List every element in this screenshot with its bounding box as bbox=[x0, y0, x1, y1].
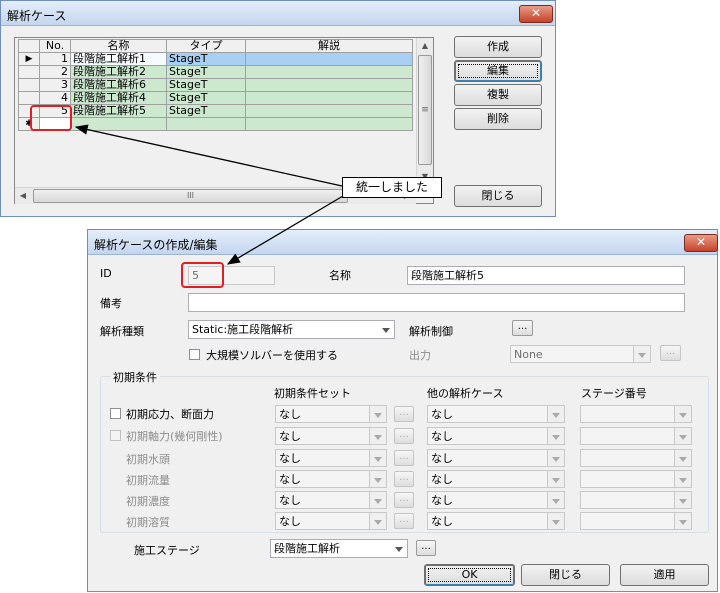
arrow-to-id bbox=[226, 195, 344, 265]
annotation-arrows bbox=[74, 124, 344, 265]
arrow-to-row5 bbox=[74, 124, 343, 187]
